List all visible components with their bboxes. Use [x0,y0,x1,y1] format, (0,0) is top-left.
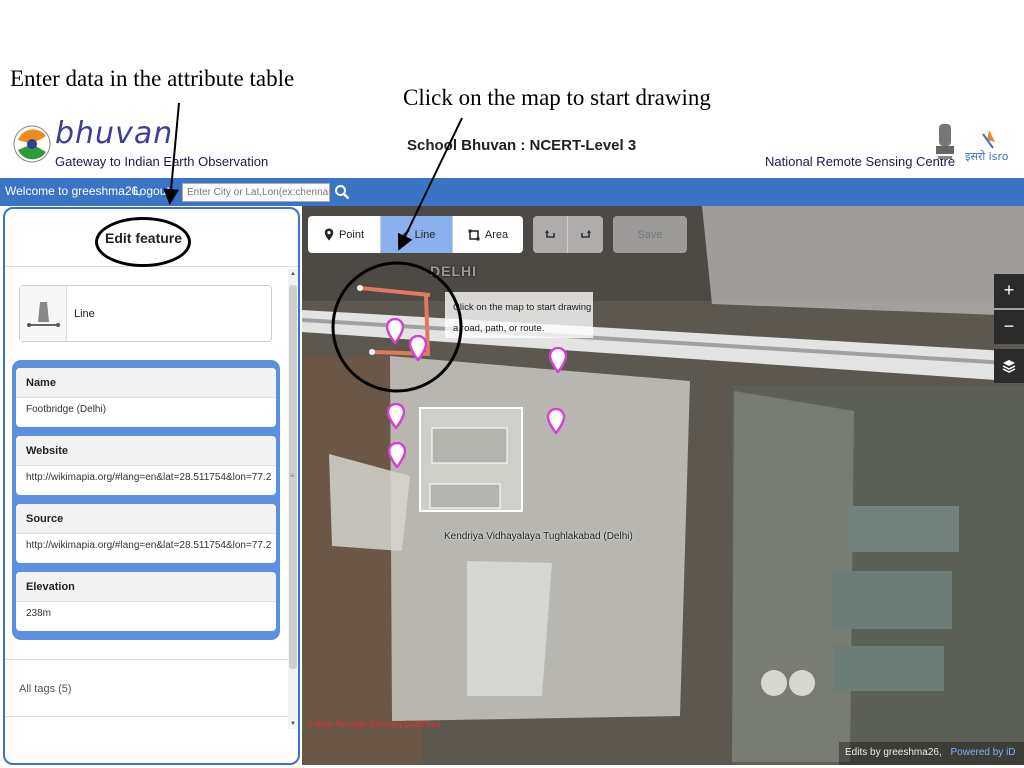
map-marker-icon[interactable] [387,403,405,429]
line-icon [397,228,410,241]
annotation-attribute-table: Enter data in the attribute table [10,66,295,91]
field-value-elevation[interactable]: 238m [26,608,271,619]
field-label: Elevation [16,572,276,602]
tooltip-line-1: Click on the map to start drawing [453,302,592,313]
scroll-up-icon[interactable]: ▲ [290,271,296,277]
redo-icon [580,229,591,238]
field-name[interactable]: Name Footbridge (Delhi) [16,368,276,427]
field-label: Name [16,368,276,398]
undo-icon [545,229,555,238]
logout-link[interactable]: Logout [133,184,170,198]
attribute-fields-panel: Name Footbridge (Delhi) Website http://w… [12,360,280,640]
map-marker-icon[interactable] [388,442,406,468]
resize-grip-icon[interactable]: ≡ [290,471,295,480]
tooltip-line-2: a road, path, or route. [453,323,545,334]
map-marker-icon[interactable] [386,318,404,344]
zoom-out-icon: − [1003,316,1015,336]
field-value-source[interactable]: http://wikimapia.org/#lang=en&lat=28.511… [26,540,271,551]
highlight-circle [95,217,191,267]
add-line-button[interactable]: Line [381,216,453,253]
map-marker-icon[interactable] [409,335,427,361]
field-label: Website [16,436,276,466]
edits-by-text: Edits by greeshma26, [845,747,942,758]
map-footer: Edits by greeshma26, Powered by iD [839,742,1024,765]
layers-button[interactable] [994,349,1024,383]
isro-logo: इसरो isro [965,130,1009,163]
toolbar-gap [523,216,533,253]
brand-tagline: Gateway to Indian Earth Observation [55,154,269,169]
location-search-input[interactable]: Enter City or Lat,Lon(ex:chennai or [182,183,330,202]
map-label-school: Kendriya Vidhayalaya Tughlakabad (Delhi) [444,531,633,542]
svg-text:इसरो isro: इसरो isro [965,150,1009,163]
all-tags-section[interactable]: All tags (5) [5,659,288,717]
site-header: bhuvan Gateway to Indian Earth Observati… [0,112,1024,178]
layers-icon [1002,360,1016,373]
scroll-down-icon[interactable]: ▼ [290,721,296,727]
map-marker-icon[interactable] [549,347,567,373]
satellite-imagery [302,206,1024,765]
save-button[interactable]: Save [613,216,687,253]
field-label: Source [16,504,276,534]
all-tags-label[interactable]: All tags (5) [19,683,72,695]
preset-label: Line [74,308,95,320]
zoom-out-button[interactable]: − [994,310,1024,344]
page-title: School Bhuvan : NCERT-Level 3 [407,137,637,154]
field-value-name[interactable]: Footbridge (Delhi) [26,404,271,415]
field-source[interactable]: Source http://wikimapia.org/#lang=en&lat… [16,504,276,563]
map-marker-icon[interactable] [547,408,565,434]
annotation-start-drawing: Click on the map to start drawing [403,85,711,110]
welcome-text: Welcome to greeshma26, [5,184,142,198]
field-website[interactable]: Website http://wikimapia.org/#lang=en&la… [16,436,276,495]
brand-name: bhuvan [55,116,174,151]
top-bar: Welcome to greeshma26, Logout Enter City… [0,178,1024,206]
point-label: Point [338,228,365,241]
add-area-button[interactable]: Area [453,216,523,253]
search-icon[interactable] [334,184,350,200]
preset-button[interactable]: Line [19,285,272,342]
toolbar-gap [603,216,613,253]
field-elevation[interactable]: Elevation 238m [16,572,276,631]
powered-by-link[interactable]: Powered by iD [951,747,1016,758]
line-preset-icon [27,302,60,327]
map-canvas[interactable]: DELHI Kendriya Vidhayalaya Tughlakabad (… [302,206,1024,765]
line-label: Line [414,228,436,241]
sidebar-header: Edit feature [5,209,298,267]
bhuvan-logo [13,125,51,163]
area-label: Area [484,228,509,241]
preset-icon-box [20,286,67,341]
undo-button[interactable] [533,216,568,253]
edit-feature-sidebar: Edit feature ▲ ▼ ≡ Line Name Footbridge … [3,207,300,765]
org-name: National Remote Sensing Centre [765,154,956,169]
drawing-tooltip: Click on the map to start drawing a road… [445,292,593,338]
point-icon [324,228,334,241]
map-label-delhi: DELHI [430,263,477,279]
imagery-attribution[interactable]: Indian Remote Sensing Satellites [308,719,441,729]
zoom-in-button[interactable]: + [994,274,1024,308]
redo-button[interactable] [568,216,603,253]
zoom-in-icon: + [1003,280,1015,300]
add-point-button[interactable]: Point [308,216,381,253]
national-emblem [936,124,954,159]
area-icon [468,229,480,240]
drawing-toolbar: Point Line Area Save [308,216,687,253]
field-value-website[interactable]: http://wikimapia.org/#lang=en&lat=28.511… [26,472,271,483]
